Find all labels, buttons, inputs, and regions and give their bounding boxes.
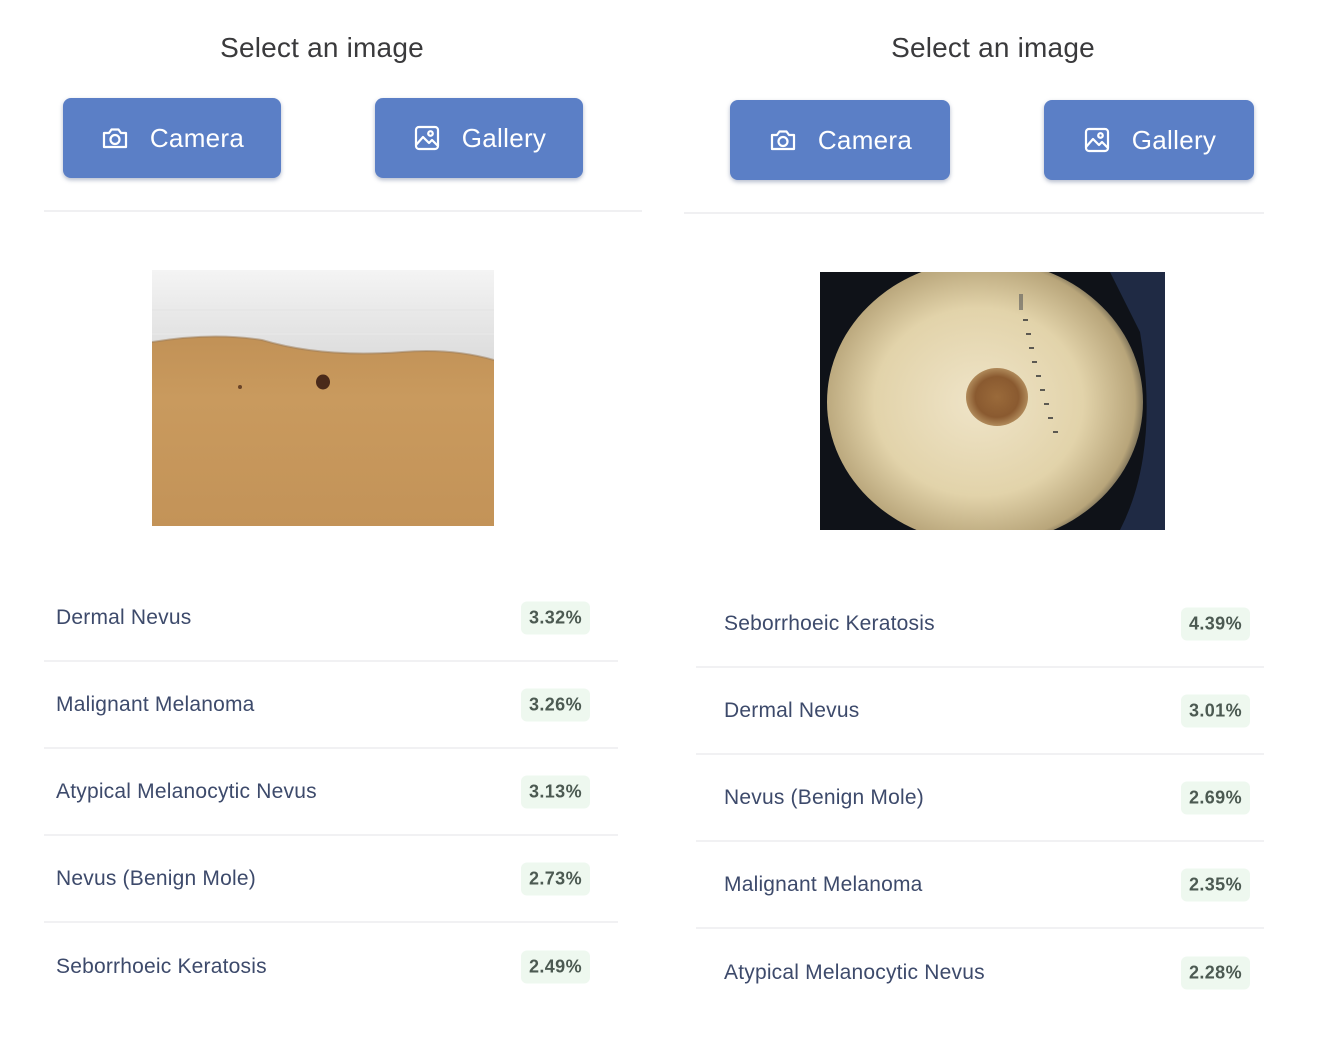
right-panel: Select an image Camera Gallery Seborrhoe… bbox=[668, 0, 1308, 1044]
result-label: Dermal Nevus bbox=[724, 699, 860, 722]
result-row: Dermal Nevus 3.32% bbox=[44, 576, 618, 662]
left-panel: Select an image Camera Gallery Dermal Ne… bbox=[0, 0, 642, 1044]
image-icon bbox=[1082, 125, 1112, 155]
result-label: Malignant Melanoma bbox=[724, 873, 923, 896]
result-label: Seborrhoeic Keratosis bbox=[724, 612, 935, 635]
result-row: Nevus (Benign Mole) 2.69% bbox=[696, 756, 1264, 842]
result-label: Dermal Nevus bbox=[56, 606, 192, 629]
result-label: Atypical Melanocytic Nevus bbox=[724, 961, 985, 984]
image-icon bbox=[412, 123, 442, 153]
result-label: Atypical Melanocytic Nevus bbox=[56, 780, 317, 803]
result-row: Dermal Nevus 3.01% bbox=[696, 669, 1264, 755]
result-percentage: 2.49% bbox=[520, 950, 590, 984]
result-percentage: 3.26% bbox=[520, 688, 590, 722]
result-row: Seborrhoeic Keratosis 4.39% bbox=[696, 582, 1264, 668]
result-percentage: 2.69% bbox=[1180, 781, 1250, 815]
result-percentage: 3.13% bbox=[520, 775, 590, 809]
result-label: Nevus (Benign Mole) bbox=[724, 786, 924, 809]
gallery-button-label: Gallery bbox=[1131, 124, 1217, 155]
app-stage: Select an image Camera Gallery Dermal Ne… bbox=[0, 0, 1320, 1044]
result-row: Nevus (Benign Mole) 2.73% bbox=[44, 837, 618, 923]
divider bbox=[44, 210, 642, 212]
camera-button[interactable]: Camera bbox=[63, 98, 281, 178]
page-title: Select an image bbox=[891, 32, 1095, 63]
gallery-button[interactable]: Gallery bbox=[1044, 100, 1254, 180]
result-percentage: 3.32% bbox=[520, 601, 590, 635]
camera-icon bbox=[768, 125, 798, 155]
result-label: Nevus (Benign Mole) bbox=[56, 867, 256, 890]
selected-skin-photo bbox=[152, 270, 494, 526]
result-percentage: 2.35% bbox=[1180, 868, 1250, 902]
camera-button-label: Camera bbox=[817, 124, 913, 155]
result-percentage: 2.73% bbox=[520, 862, 590, 896]
result-row: Seborrhoeic Keratosis 2.49% bbox=[44, 924, 618, 1010]
result-percentage: 3.01% bbox=[1180, 694, 1250, 728]
camera-button-label: Camera bbox=[149, 122, 245, 153]
result-row: Atypical Melanocytic Nevus 2.28% bbox=[696, 930, 1264, 1016]
result-row: Atypical Melanocytic Nevus 3.13% bbox=[44, 750, 618, 836]
selected-dermoscopy-photo bbox=[820, 272, 1165, 530]
result-percentage: 4.39% bbox=[1180, 607, 1250, 641]
camera-button[interactable]: Camera bbox=[730, 100, 950, 180]
result-label: Seborrhoeic Keratosis bbox=[56, 955, 267, 978]
result-row: Malignant Melanoma 2.35% bbox=[696, 843, 1264, 929]
page-title: Select an image bbox=[220, 32, 424, 63]
gallery-button[interactable]: Gallery bbox=[375, 98, 583, 178]
gallery-button-label: Gallery bbox=[461, 122, 547, 153]
result-row: Malignant Melanoma 3.26% bbox=[44, 663, 618, 749]
camera-icon bbox=[100, 123, 130, 153]
result-label: Malignant Melanoma bbox=[56, 693, 255, 716]
divider bbox=[684, 212, 1264, 214]
result-percentage: 2.28% bbox=[1180, 956, 1250, 990]
